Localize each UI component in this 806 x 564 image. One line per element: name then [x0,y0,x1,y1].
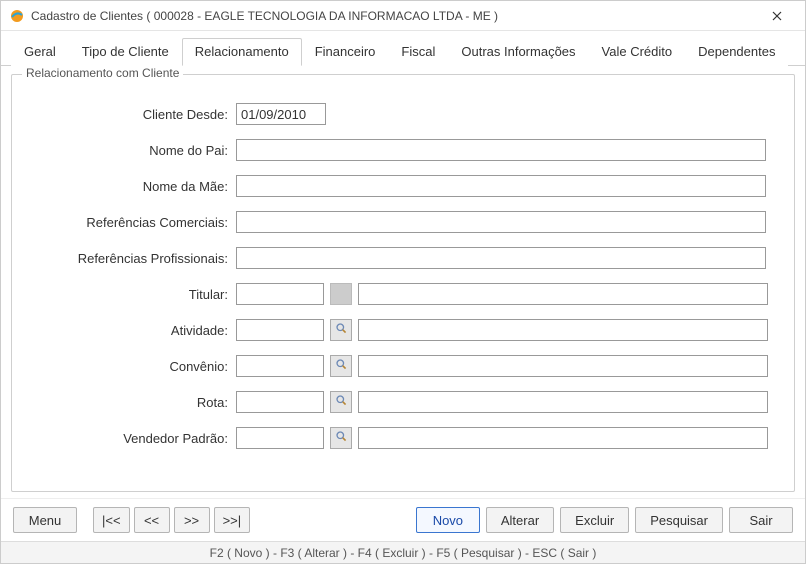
menu-button[interactable]: Menu [13,507,77,533]
label-vendedor-padrao: Vendedor Padrão: [26,431,236,446]
input-titular-desc[interactable] [358,283,768,305]
input-cliente-desde[interactable] [236,103,326,125]
row-ref-comerciais: Referências Comerciais: [26,211,780,233]
label-nome-pai: Nome do Pai: [26,143,236,158]
row-titular: Titular: [26,283,780,305]
lookup-titular-button[interactable] [330,283,352,305]
label-ref-profissionais: Referências Profissionais: [26,251,236,266]
label-titular: Titular: [26,287,236,302]
groupbox-title: Relacionamento com Cliente [22,66,183,80]
input-titular-code[interactable] [236,283,324,305]
magnifier-icon [335,394,348,410]
input-vendedor-padrao-code[interactable] [236,427,324,449]
nav-first-button[interactable]: |<< [93,507,130,533]
row-cliente-desde: Cliente Desde: [26,103,780,125]
label-convenio: Convênio: [26,359,236,374]
row-atividade: Atividade: [26,319,780,341]
excluir-button[interactable]: Excluir [560,507,629,533]
novo-button[interactable]: Novo [416,507,480,533]
row-ref-profissionais: Referências Profissionais: [26,247,780,269]
magnifier-icon [335,430,348,446]
tab-financeiro[interactable]: Financeiro [302,38,389,66]
magnifier-icon [335,358,348,374]
input-convenio-desc[interactable] [358,355,768,377]
label-atividade: Atividade: [26,323,236,338]
label-rota: Rota: [26,395,236,410]
input-atividade-code[interactable] [236,319,324,341]
nav-group: |<< << >> >>| [93,507,250,533]
row-rota: Rota: [26,391,780,413]
row-nome-mae: Nome da Mãe: [26,175,780,197]
nav-next-button[interactable]: >> [174,507,210,533]
input-ref-comerciais[interactable] [236,211,766,233]
tab-geral[interactable]: Geral [11,38,69,66]
row-convenio: Convênio: [26,355,780,377]
lookup-atividade-button[interactable] [330,319,352,341]
statusbar: F2 ( Novo ) - F3 ( Alterar ) - F4 ( Excl… [1,541,805,563]
statusbar-text: F2 ( Novo ) - F3 ( Alterar ) - F4 ( Excl… [210,546,597,560]
lookup-convenio-button[interactable] [330,355,352,377]
input-vendedor-padrao-desc[interactable] [358,427,768,449]
close-button[interactable] [757,1,797,30]
sair-button[interactable]: Sair [729,507,793,533]
alterar-button[interactable]: Alterar [486,507,554,533]
input-nome-pai[interactable] [236,139,766,161]
label-nome-mae: Nome da Mãe: [26,179,236,194]
tab-outras-informacoes[interactable]: Outras Informações [448,38,588,66]
tab-content: Relacionamento com Cliente Cliente Desde… [1,66,805,498]
input-rota-code[interactable] [236,391,324,413]
input-ref-profissionais[interactable] [236,247,766,269]
magnifier-icon [335,322,348,338]
tab-relacionamento[interactable]: Relacionamento [182,38,302,66]
tab-fiscal[interactable]: Fiscal [388,38,448,66]
lookup-vendedor-padrao-button[interactable] [330,427,352,449]
label-ref-comerciais: Referências Comerciais: [26,215,236,230]
tab-vale-credito[interactable]: Vale Crédito [589,38,686,66]
row-nome-pai: Nome do Pai: [26,139,780,161]
groupbox-relacionamento: Relacionamento com Cliente Cliente Desde… [11,74,795,492]
label-cliente-desde: Cliente Desde: [26,107,236,122]
row-vendedor-padrao: Vendedor Padrão: [26,427,780,449]
nav-prev-button[interactable]: << [134,507,170,533]
form: Cliente Desde: Nome do Pai: Nome da Mãe:… [26,103,780,449]
window-title: Cadastro de Clientes ( 000028 - EAGLE TE… [31,9,757,23]
input-nome-mae[interactable] [236,175,766,197]
input-rota-desc[interactable] [358,391,768,413]
tab-tipo-de-cliente[interactable]: Tipo de Cliente [69,38,182,66]
tab-strip: Geral Tipo de Cliente Relacionamento Fin… [1,31,805,66]
bottom-toolbar: Menu |<< << >> >>| Novo Alterar Excluir … [1,498,805,541]
nav-last-button[interactable]: >>| [214,507,251,533]
app-icon [9,8,25,24]
titlebar: Cadastro de Clientes ( 000028 - EAGLE TE… [1,1,805,31]
close-icon [772,8,782,24]
pesquisar-button[interactable]: Pesquisar [635,507,723,533]
tab-dependentes[interactable]: Dependentes [685,38,788,66]
input-convenio-code[interactable] [236,355,324,377]
input-atividade-desc[interactable] [358,319,768,341]
lookup-rota-button[interactable] [330,391,352,413]
